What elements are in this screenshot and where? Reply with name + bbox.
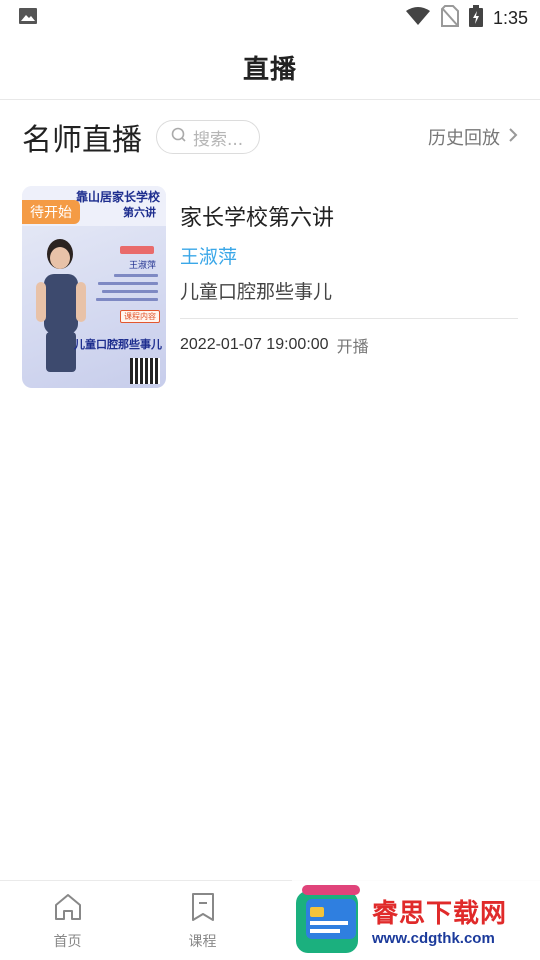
schedule-time: 2022-01-07 19:00:00 <box>180 336 329 353</box>
course-poster[interactable]: 靠山居家长学校 第六讲 待开始 王淑萍 课程内容 儿童口腔那些事儿 <box>22 186 166 388</box>
watermark-url: www.cdgthk.com <box>372 930 495 947</box>
course-info: 家长学校第六讲 王淑萍 儿童口腔那些事儿 2022-01-07 19:00:00… <box>180 186 518 388</box>
status-time: 1:35 <box>492 7 528 28</box>
schedule-status: 开播 <box>336 337 369 356</box>
course-subtitle: 儿童口腔那些事儿 <box>180 281 333 303</box>
bookmark-icon <box>187 891 219 927</box>
home-icon <box>52 891 84 927</box>
poster-teacher-name: 王淑萍 <box>128 261 156 271</box>
section-title: 名师直播 <box>22 123 142 158</box>
history-replay-link[interactable]: 历史回放 <box>428 124 518 150</box>
poster-topic: 儿童口腔那些事儿 <box>74 338 162 351</box>
status-bar: 1:35 <box>0 0 540 36</box>
watermark: 睿思下载网 www.cdgthk.com <box>292 880 540 960</box>
search-icon <box>171 127 187 147</box>
title-bar: 直播 <box>0 36 540 100</box>
qr-code <box>130 358 160 384</box>
course-card[interactable]: 靠山居家长学校 第六讲 待开始 王淑萍 课程内容 儿童口腔那些事儿 家长学校第六… <box>0 174 540 388</box>
poster-content-tag: 课程内容 <box>120 310 160 323</box>
chevron-right-icon <box>508 127 518 148</box>
poster-school-name: 靠山居家长学校 <box>75 190 160 204</box>
battery-charging-icon <box>468 5 483 31</box>
watermark-name: 睿思下载网 <box>372 899 508 929</box>
search-placeholder: 搜索... <box>193 129 244 150</box>
tab-courses-label: 课程 <box>188 933 217 950</box>
wifi-icon <box>405 6 431 30</box>
watermark-logo <box>296 885 360 953</box>
image-icon <box>18 6 38 30</box>
section-header: 名师直播 搜索... 历史回放 <box>0 100 540 174</box>
tab-home-label: 首页 <box>53 933 82 950</box>
teacher-photo <box>36 239 86 372</box>
poster-text-line <box>114 274 158 277</box>
schedule-row: 2022-01-07 19:00:00 开播 <box>180 333 518 357</box>
tab-home[interactable]: 首页 <box>0 881 135 960</box>
status-badge: 待开始 <box>22 200 80 224</box>
poster-text-line <box>102 290 158 293</box>
course-title[interactable]: 家长学校第六讲 <box>180 200 518 232</box>
poster-text-line <box>98 282 158 285</box>
teacher-name[interactable]: 王淑萍 <box>180 242 518 269</box>
history-replay-label: 历史回放 <box>428 128 500 149</box>
page-title: 直播 <box>242 55 297 85</box>
poster-lecture-number: 第六讲 <box>123 206 156 219</box>
divider <box>180 318 518 319</box>
poster-teacher-tag <box>120 246 154 254</box>
poster-text-line <box>96 298 158 301</box>
search-input[interactable]: 搜索... <box>156 120 260 154</box>
tab-courses[interactable]: 课程 <box>135 881 270 960</box>
no-sim-icon <box>440 5 459 31</box>
